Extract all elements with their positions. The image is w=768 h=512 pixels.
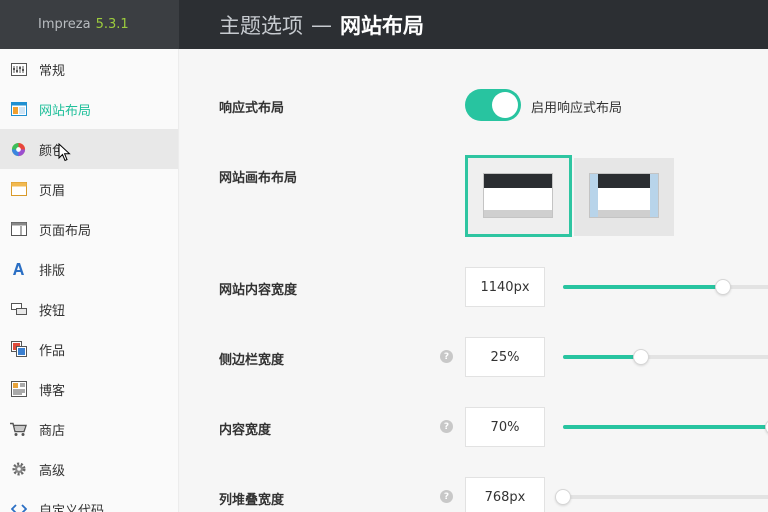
sidebar-item-label: 页面布局 — [39, 223, 92, 239]
content-area-width-slider[interactable] — [563, 419, 768, 435]
sidebar-item-advanced[interactable]: 高级 — [0, 449, 178, 489]
columns-stack-width-label: 列堆叠宽度 — [219, 493, 285, 508]
typography-icon — [10, 261, 27, 278]
help-icon[interactable]: ? — [440, 490, 453, 503]
slider-thumb[interactable] — [632, 349, 649, 365]
columns-stack-width-input[interactable]: 768px — [465, 477, 545, 512]
shop-cart-icon — [10, 421, 27, 438]
boxed-layout-preview — [589, 173, 659, 218]
layout-option-boxed[interactable] — [574, 158, 674, 236]
sidebar-item-page-layout[interactable]: 页面布局 — [0, 209, 178, 249]
sidebar-item-buttons[interactable]: 按钮 — [0, 289, 178, 329]
sidebar-width-slider[interactable] — [563, 349, 768, 365]
sidebar-item-label: 常规 — [39, 63, 66, 79]
slider-fill — [563, 425, 768, 429]
sidebar-item-label: 博客 — [39, 383, 66, 399]
settings-panel: 响应式布局 启用响应式布局 网站画布布局 网站内容宽度 1140px 侧边栏宽度… — [180, 49, 768, 512]
sidebar-item-site-layout[interactable]: 网站布局 — [0, 89, 178, 129]
sidebar-item-label: 高级 — [39, 463, 66, 479]
sidebar-item-general[interactable]: 常规 — [0, 49, 178, 89]
help-icon[interactable]: ? — [440, 350, 453, 363]
page-title: 网站布局 — [340, 13, 424, 38]
mouse-cursor-icon — [58, 143, 71, 162]
gear-icon — [10, 461, 27, 478]
sidebar-item-label: 商店 — [39, 423, 66, 439]
wide-layout-preview — [483, 173, 553, 218]
slider-fill — [563, 285, 723, 289]
content-area-width-input[interactable]: 70% — [465, 407, 545, 447]
brand-version: 5.3.1 — [95, 17, 129, 32]
responsive-layout-toggle[interactable] — [465, 89, 521, 121]
sidebar-width-input[interactable]: 25% — [465, 337, 545, 377]
sidebar-item-label: 网站布局 — [39, 103, 92, 119]
sidebar-width-label: 侧边栏宽度 — [219, 353, 285, 368]
help-icon[interactable]: ? — [440, 420, 453, 433]
breadcrumb-separator: — — [311, 12, 332, 37]
content-width-input[interactable]: 1140px — [465, 267, 545, 307]
layout-option-wide[interactable] — [465, 155, 572, 237]
button-icon — [10, 301, 27, 318]
sidebar-item-label: 作品 — [39, 343, 66, 359]
sidebar-item-portfolio[interactable]: 作品 — [0, 329, 178, 369]
sidebar: 常规 网站布局 颜色 页眉 页面布局 排版 按钮 作品 博客 商店 高级 自定义… — [0, 49, 179, 512]
sidebar-item-label: 按钮 — [39, 303, 66, 319]
header-icon — [10, 181, 27, 198]
sidebar-item-colors[interactable]: 颜色 — [0, 129, 178, 169]
columns-stack-width-slider[interactable] — [555, 489, 768, 505]
slider-thumb[interactable] — [555, 489, 571, 505]
content-width-slider[interactable] — [563, 279, 768, 295]
sidebar-item-label: 排版 — [39, 263, 66, 279]
content-area-width-label: 内容宽度 — [219, 423, 272, 438]
brand-title: Impreza 5.3.1 — [0, 0, 179, 49]
sidebar-item-label: 页眉 — [39, 183, 66, 199]
portfolio-icon — [10, 341, 27, 358]
layout-icon — [10, 101, 27, 118]
sidebar-item-label: 自定义代码 — [39, 503, 105, 512]
slider-thumb[interactable] — [714, 279, 731, 295]
sidebar-item-blog[interactable]: 博客 — [0, 369, 178, 409]
general-settings-icon — [10, 61, 27, 78]
toggle-knob — [492, 92, 518, 118]
content-width-label: 网站内容宽度 — [219, 283, 298, 298]
page-header: 主题选项 — 网站布局 — [179, 0, 768, 49]
sidebar-item-custom-code[interactable]: 自定义代码 — [0, 489, 178, 512]
slider-fill — [563, 355, 641, 359]
sidebar-item-shop[interactable]: 商店 — [0, 409, 178, 449]
sidebar-item-header[interactable]: 页眉 — [0, 169, 178, 209]
code-icon — [10, 501, 27, 512]
color-wheel-icon — [10, 141, 27, 158]
responsive-toggle-label: 启用响应式布局 — [531, 101, 623, 116]
page-layout-icon — [10, 221, 27, 238]
responsive-layout-label: 响应式布局 — [219, 101, 285, 116]
brand-name: Impreza — [38, 17, 91, 32]
canvas-layout-label: 网站画布布局 — [219, 171, 298, 186]
sidebar-item-typography[interactable]: 排版 — [0, 249, 178, 289]
blog-icon — [10, 381, 27, 398]
breadcrumb-parent: 主题选项 — [219, 13, 303, 38]
